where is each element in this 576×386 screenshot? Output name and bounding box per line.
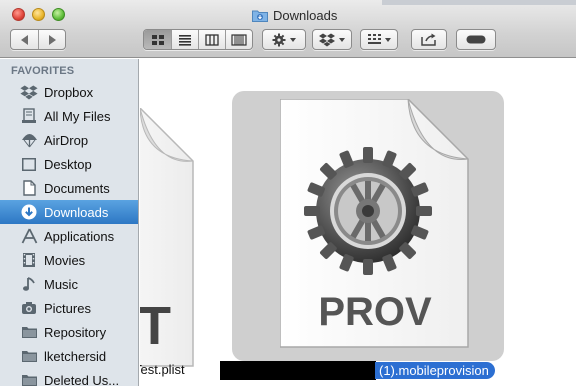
folder-icon [20, 348, 38, 364]
sidebar-item-repository[interactable]: Repository [0, 320, 138, 344]
sidebar-item-label: Documents [44, 180, 110, 196]
sidebar-item-downloads[interactable]: Downloads [0, 200, 138, 224]
applications-icon [20, 228, 38, 244]
sidebar-item-label: Music [44, 276, 78, 292]
sidebar-item-label: Movies [44, 252, 86, 268]
file-item-mobileprovision[interactable]: PROV [279, 98, 470, 349]
redacted-file-name [220, 361, 376, 380]
sidebar-item-label: lketchersid [44, 348, 107, 364]
airdrop-icon [20, 132, 38, 148]
chevron-down-icon [384, 37, 391, 42]
chevron-left-icon [21, 34, 28, 45]
view-mode-control [143, 29, 253, 50]
tag-toggle-icon [466, 35, 486, 44]
sidebar-item-music[interactable]: Music [0, 272, 138, 296]
sidebar-item-label: All My Files [44, 108, 111, 124]
sidebar-item-label: Downloads [44, 204, 109, 220]
desktop-icon [20, 156, 38, 172]
plist-file-name: Test.plist [140, 362, 185, 377]
forward-button[interactable] [38, 30, 65, 49]
sidebar-section-heading: FAVORITES [11, 65, 75, 77]
gear-icon [272, 33, 286, 46]
coverflow-view-button[interactable] [225, 30, 252, 49]
plist-document-icon: T [140, 107, 194, 367]
dropbox-icon [20, 84, 38, 100]
background-window-strip [382, 0, 576, 5]
sidebar-item-label: AirDrop [44, 132, 89, 148]
downloads-icon [20, 204, 38, 220]
file-browser-content: T PROV est.plist (1).mobileprovision [140, 59, 576, 386]
sidebar-item-lketchersid[interactable]: lketchersid [0, 344, 138, 368]
chevron-right-icon [48, 34, 56, 45]
toolbar-toggle-button[interactable] [456, 29, 496, 50]
list-view-button[interactable] [171, 30, 198, 49]
zoom-window-button[interactable] [52, 8, 65, 21]
icon-view-icon [151, 34, 164, 45]
sidebar-item-dropbox[interactable]: Dropbox [0, 80, 138, 104]
arrange-menu-button[interactable] [360, 29, 398, 50]
sidebar-item-documents[interactable]: Documents [0, 176, 138, 200]
plist-big-text: T [140, 296, 171, 356]
sidebar-item-airdrop[interactable]: AirDrop [0, 128, 138, 152]
close-window-button[interactable] [12, 8, 25, 21]
window-toolbar: Downloads [0, 0, 576, 58]
sidebar-item-applications[interactable]: Applications [0, 224, 138, 248]
downloads-folder-icon [252, 9, 268, 22]
file-item-plist[interactable]: T [140, 107, 195, 370]
movies-icon [20, 252, 38, 268]
sidebar-item-desktop[interactable]: Desktop [0, 152, 138, 176]
arrange-grid-icon [367, 34, 381, 44]
sidebar-item-label: Deleted Us... [44, 372, 120, 386]
sidebar-item-label: Repository [44, 324, 107, 340]
back-forward-control [10, 29, 66, 50]
share-icon [421, 33, 436, 46]
chevron-down-icon [290, 37, 296, 42]
sidebar-item-label: Dropbox [44, 84, 94, 100]
coverflow-view-icon [231, 33, 247, 46]
column-view-icon [205, 33, 219, 46]
sidebar-item-movies[interactable]: Movies [0, 248, 138, 272]
all-files-icon [20, 108, 38, 124]
back-button[interactable] [11, 30, 38, 49]
sidebar-item-label: Desktop [44, 156, 92, 172]
pictures-icon [20, 300, 38, 316]
sidebar-item-pictures[interactable]: Pictures [0, 296, 138, 320]
dropbox-icon [319, 33, 335, 46]
list-view-icon [179, 34, 191, 46]
folder-icon [20, 324, 38, 340]
documents-icon [20, 180, 38, 196]
window-title: Downloads [252, 6, 337, 24]
mobileprovision-document-icon: PROV [279, 98, 469, 348]
minimize-window-button[interactable] [32, 8, 45, 21]
sidebar-item-deleted-users[interactable]: Deleted Us... [0, 368, 138, 386]
sidebar-item-label: Applications [44, 228, 115, 244]
chevron-down-icon [339, 37, 345, 42]
mobileprovision-file-name[interactable]: (1).mobileprovision [375, 362, 495, 379]
sidebar: FAVORITES Dropbox All My Files AirDrop D… [0, 59, 139, 386]
folder-icon [20, 372, 38, 386]
action-menu-button[interactable] [262, 29, 306, 50]
prov-big-text: PROV [318, 290, 432, 334]
dropbox-menu-button[interactable] [312, 29, 352, 50]
window-title-text: Downloads [273, 7, 338, 23]
music-icon [20, 276, 38, 292]
share-button[interactable] [411, 29, 447, 50]
sidebar-item-label: Pictures [44, 300, 91, 316]
sidebar-item-all-my-files[interactable]: All My Files [0, 104, 138, 128]
column-view-button[interactable] [198, 30, 225, 49]
icon-view-button[interactable] [144, 30, 171, 49]
